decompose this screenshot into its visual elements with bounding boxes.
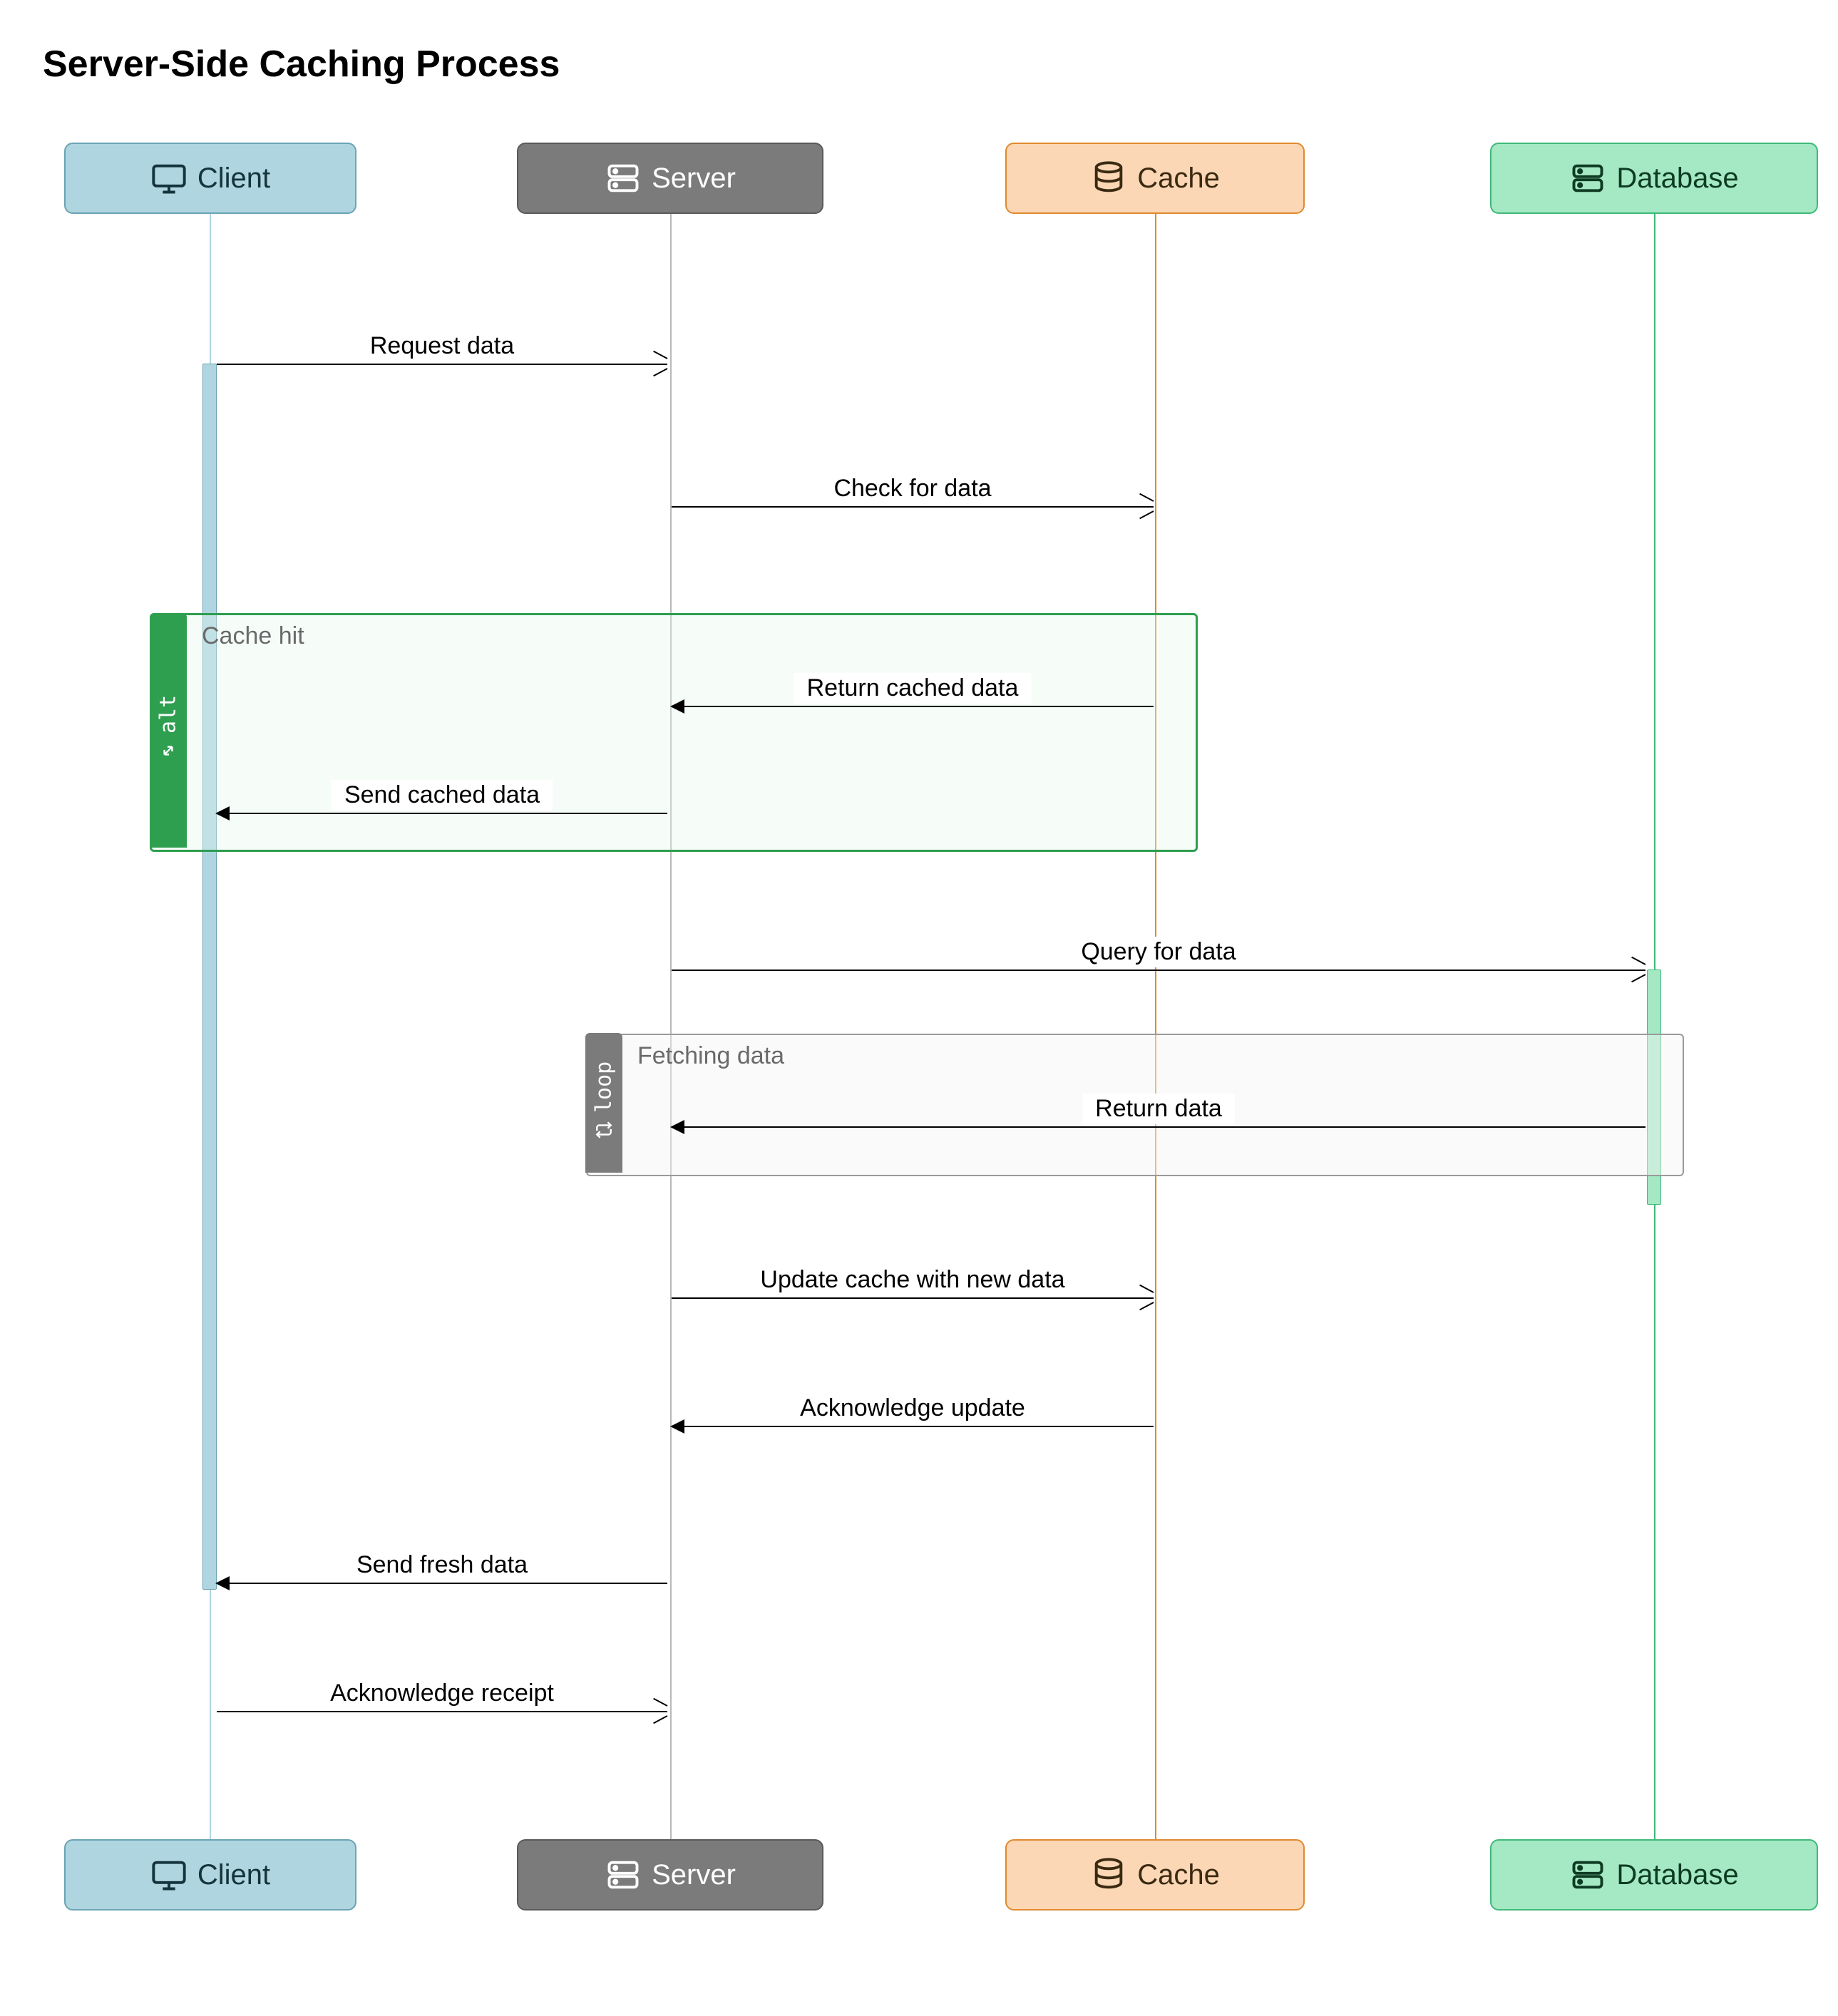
message-return-data: Return data	[672, 1126, 1646, 1128]
message-update-cache: Update cache with new data	[672, 1297, 1154, 1299]
activation-client	[202, 364, 217, 1590]
message-send-cached-data: Send cached data	[217, 813, 667, 814]
participant-label: Database	[1616, 1859, 1738, 1891]
fragment-alt-condition: Cache hit	[202, 622, 304, 650]
message-label: Send fresh data	[344, 1550, 540, 1580]
message-label: Query for data	[1068, 937, 1248, 967]
message-check-for-data: Check for data	[672, 506, 1154, 508]
message-label: Acknowledge update	[787, 1393, 1038, 1424]
message-label: Request data	[357, 331, 527, 361]
message-label: Acknowledge receipt	[317, 1678, 567, 1709]
fragment-loop-tab: loop	[585, 1033, 622, 1173]
participant-label: Server	[652, 1859, 736, 1891]
database-icon	[1090, 160, 1127, 197]
sequence-diagram: Client Server Cache Database alt Cache h…	[43, 143, 1795, 1925]
message-acknowledge-receipt: Acknowledge receipt	[217, 1711, 667, 1712]
participant-database-bottom: Database	[1490, 1839, 1818, 1910]
message-label: Update cache with new data	[747, 1265, 1077, 1295]
message-acknowledge-update: Acknowledge update	[672, 1426, 1154, 1427]
fragment-alt: alt Cache hit	[150, 613, 1198, 852]
participant-label: Cache	[1137, 163, 1220, 195]
expand-arrows-icon	[159, 741, 178, 766]
fragment-alt-tag: alt	[156, 695, 181, 734]
monitor-icon	[150, 160, 188, 197]
message-label: Send cached data	[332, 780, 553, 811]
participant-label: Client	[197, 1859, 270, 1891]
participant-label: Database	[1616, 163, 1738, 195]
message-return-cached-data: Return cached data	[672, 706, 1154, 707]
diagram-title: Server-Side Caching Process	[43, 43, 1795, 86]
participant-database-top: Database	[1490, 143, 1818, 214]
server-rack-icon	[1569, 160, 1606, 197]
message-query-for-data: Query for data	[672, 970, 1646, 971]
message-label: Return cached data	[794, 673, 1032, 704]
participant-server-bottom: Server	[517, 1839, 823, 1910]
fragment-alt-tab: alt	[150, 613, 187, 848]
participant-label: Cache	[1137, 1859, 1220, 1891]
fragment-loop-tag: loop	[592, 1061, 617, 1112]
server-rack-icon	[605, 1856, 642, 1893]
fragment-loop-condition: Fetching data	[637, 1042, 784, 1070]
server-rack-icon	[605, 160, 642, 197]
message-label: Return data	[1082, 1094, 1235, 1124]
loop-arrows-icon	[595, 1120, 613, 1145]
participant-label: Client	[197, 163, 270, 195]
database-icon	[1090, 1856, 1127, 1893]
message-send-fresh-data: Send fresh data	[217, 1583, 667, 1584]
server-rack-icon	[1569, 1856, 1606, 1893]
participant-cache-top: Cache	[1005, 143, 1305, 214]
participant-label: Server	[652, 163, 736, 195]
participant-client-top: Client	[64, 143, 356, 214]
participant-server-top: Server	[517, 143, 823, 214]
message-request-data: Request data	[217, 364, 667, 365]
participant-client-bottom: Client	[64, 1839, 356, 1910]
participant-cache-bottom: Cache	[1005, 1839, 1305, 1910]
message-label: Check for data	[821, 473, 1004, 504]
monitor-icon	[150, 1856, 188, 1893]
